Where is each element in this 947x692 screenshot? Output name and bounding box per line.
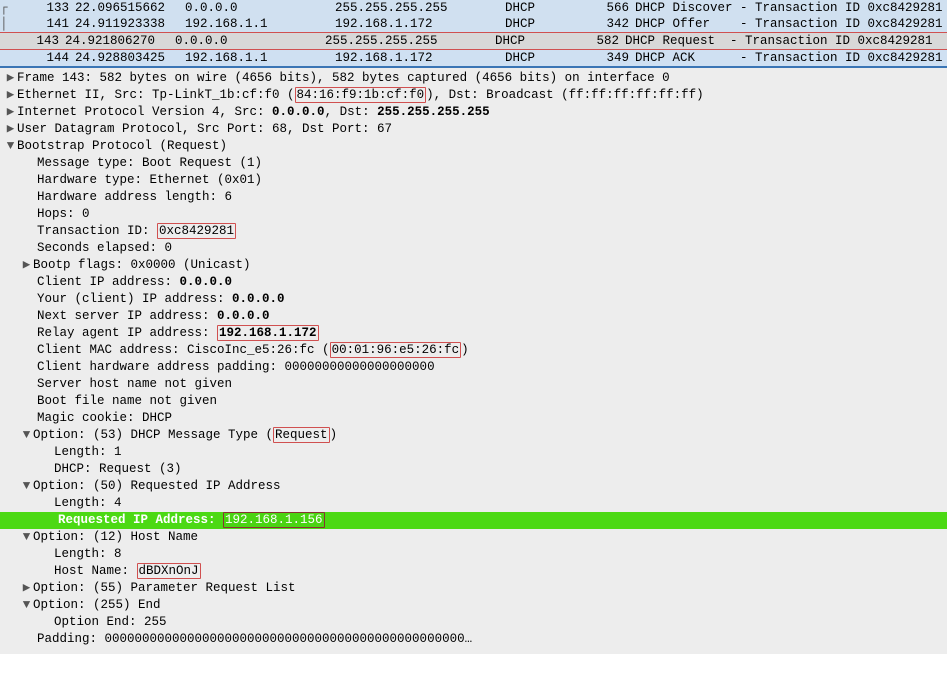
option-12-header: Option: (12) Host Name — [33, 530, 198, 544]
expand-toggle[interactable]: ▶ — [20, 257, 33, 274]
col-no: 133 — [10, 1, 75, 15]
field-server-host[interactable]: Server host name not given — [0, 376, 947, 393]
col-info: DHCP Request - Transaction ID 0xc8429281 — [625, 34, 947, 48]
packet-row[interactable]: 144 24.928803425 192.168.1.1 192.168.1.1… — [0, 50, 947, 66]
src-mac: 84:16:f9:1b:cf:f0 — [295, 87, 427, 103]
field-relay-agent-ip[interactable]: Relay agent IP address: 192.168.1.172 — [0, 325, 947, 342]
expand-toggle[interactable]: ▶ — [4, 121, 17, 138]
field-transaction-id[interactable]: Transaction ID: 0xc8429281 — [0, 223, 947, 240]
col-time: 24.911923338 — [75, 17, 185, 31]
field-client-ip[interactable]: Client IP address: 0.0.0.0 — [0, 274, 947, 291]
field-magic-cookie[interactable]: Magic cookie: DHCP — [0, 410, 947, 427]
col-protocol: DHCP — [505, 51, 595, 65]
col-time: 24.928803425 — [75, 51, 185, 65]
field-bootp-flags: Bootp flags: 0x0000 (Unicast) — [33, 258, 251, 272]
ip-line[interactable]: Internet Protocol Version 4, Src: 0.0.0.… — [17, 105, 490, 119]
col-no: 143 — [0, 34, 65, 48]
field-client-mac[interactable]: Client MAC address: CiscoInc_e5:26:fc (0… — [0, 342, 947, 359]
option-255-end[interactable]: Option End: 255 — [0, 614, 947, 631]
dhcp-type-value: Request — [273, 427, 330, 443]
col-info: DHCP ACK - Transaction ID 0xc8429281 — [635, 51, 947, 65]
col-protocol: DHCP — [505, 17, 595, 31]
expand-toggle[interactable]: ▶ — [4, 104, 17, 121]
col-destination: 192.168.1.172 — [335, 51, 505, 65]
expand-toggle[interactable]: ▼ — [4, 138, 17, 155]
col-info: DHCP Discover - Transaction ID 0xc842928… — [635, 1, 947, 15]
option-55-header: Option: (55) Parameter Request List — [33, 581, 296, 595]
option-50-requested-ip-selected[interactable]: Requested IP Address: 192.168.1.156 — [0, 512, 947, 529]
related-marker: │ — [0, 17, 10, 31]
packet-row[interactable]: ┌ 133 22.096515662 0.0.0.0 255.255.255.2… — [0, 0, 947, 16]
relay-agent-ip-value: 192.168.1.172 — [217, 325, 319, 341]
option-50-length[interactable]: Length: 4 — [0, 495, 947, 512]
option-255-header: Option: (255) End — [33, 598, 161, 612]
related-marker-top: ┌ — [0, 1, 10, 15]
field-padding[interactable]: Padding: 0000000000000000000000000000000… — [0, 631, 947, 648]
field-hw-padding[interactable]: Client hardware address padding: 0000000… — [0, 359, 947, 376]
client-mac-value: 00:01:96:e5:26:fc — [330, 342, 462, 358]
col-source: 192.168.1.1 — [185, 17, 335, 31]
expand-toggle[interactable]: ▶ — [4, 70, 17, 87]
field-hops[interactable]: Hops: 0 — [0, 206, 947, 223]
col-source: 0.0.0.0 — [175, 34, 325, 48]
packet-row-selected[interactable]: └ 143 24.921806270 0.0.0.0 255.255.255.2… — [0, 32, 947, 50]
col-length: 342 — [595, 17, 635, 31]
col-destination: 255.255.255.255 — [325, 34, 495, 48]
expand-toggle[interactable]: ▼ — [20, 427, 33, 444]
col-source: 0.0.0.0 — [185, 1, 335, 15]
field-hw-addr-len[interactable]: Hardware address length: 6 — [0, 189, 947, 206]
col-length: 582 — [585, 34, 625, 48]
requested-ip-value: 192.168.1.156 — [223, 512, 325, 528]
packet-list[interactable]: ┌ 133 22.096515662 0.0.0.0 255.255.255.2… — [0, 0, 947, 68]
field-next-server-ip[interactable]: Next server IP address: 0.0.0.0 — [0, 308, 947, 325]
option-12-length[interactable]: Length: 8 — [0, 546, 947, 563]
option-12-hostname[interactable]: Host Name: dBDXnOnJ — [0, 563, 947, 580]
option-50-header: Option: (50) Requested IP Address — [33, 479, 281, 493]
expand-toggle[interactable]: ▼ — [20, 597, 33, 614]
expand-toggle[interactable]: ▶ — [20, 580, 33, 597]
col-destination: 192.168.1.172 — [335, 17, 505, 31]
col-time: 24.921806270 — [65, 34, 175, 48]
col-protocol: DHCP — [505, 1, 595, 15]
bootp-line[interactable]: Bootstrap Protocol (Request) — [17, 139, 227, 153]
expand-toggle[interactable]: ▼ — [20, 478, 33, 495]
col-length: 349 — [595, 51, 635, 65]
col-no: 144 — [10, 51, 75, 65]
packet-details-pane[interactable]: ▶Frame 143: 582 bytes on wire (4656 bits… — [0, 68, 947, 654]
udp-line[interactable]: User Datagram Protocol, Src Port: 68, Ds… — [17, 122, 392, 136]
option-53-length[interactable]: Length: 1 — [0, 444, 947, 461]
field-your-ip[interactable]: Your (client) IP address: 0.0.0.0 — [0, 291, 947, 308]
field-message-type[interactable]: Message type: Boot Request (1) — [0, 155, 947, 172]
col-protocol: DHCP — [495, 34, 585, 48]
field-boot-file[interactable]: Boot file name not given — [0, 393, 947, 410]
col-destination: 255.255.255.255 — [335, 1, 505, 15]
frame-line[interactable]: Frame 143: 582 bytes on wire (4656 bits)… — [17, 71, 670, 85]
option-53-header: Option: (53) DHCP Message Type (Request) — [33, 427, 337, 443]
col-no: 141 — [10, 17, 75, 31]
col-time: 22.096515662 — [75, 1, 185, 15]
option-53-dhcp[interactable]: DHCP: Request (3) — [0, 461, 947, 478]
packet-row[interactable]: │ 141 24.911923338 192.168.1.1 192.168.1… — [0, 16, 947, 32]
field-seconds[interactable]: Seconds elapsed: 0 — [0, 240, 947, 257]
transaction-id-value: 0xc8429281 — [157, 223, 236, 239]
col-length: 566 — [595, 1, 635, 15]
ethernet-line[interactable]: Ethernet II, Src: Tp-LinkT_1b:cf:f0 (84:… — [17, 87, 704, 103]
host-name-value: dBDXnOnJ — [137, 563, 201, 579]
col-source: 192.168.1.1 — [185, 51, 335, 65]
expand-toggle[interactable]: ▶ — [4, 87, 17, 104]
field-hardware-type[interactable]: Hardware type: Ethernet (0x01) — [0, 172, 947, 189]
col-info: DHCP Offer - Transaction ID 0xc8429281 — [635, 17, 947, 31]
expand-toggle[interactable]: ▼ — [20, 529, 33, 546]
